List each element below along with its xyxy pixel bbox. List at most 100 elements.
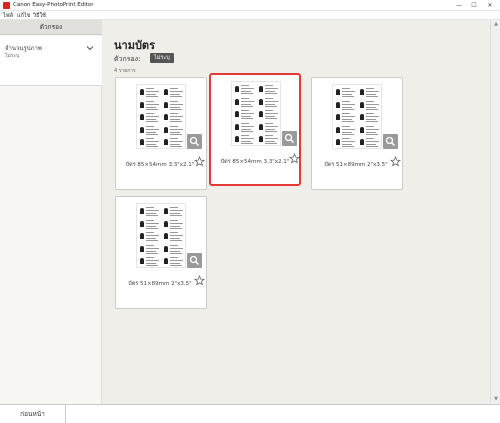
portrait-thumbnail — [140, 258, 144, 264]
filter-chip[interactable]: ไม่ระบุ — [150, 53, 174, 63]
text-line — [342, 141, 355, 142]
text-line — [342, 106, 352, 108]
star-outline-icon[interactable] — [389, 155, 402, 167]
portrait-thumbnail — [336, 139, 340, 145]
text-line — [170, 96, 182, 97]
menu-edit[interactable]: แก้ไข — [17, 12, 30, 20]
text-line — [170, 263, 180, 264]
text-line — [146, 240, 158, 241]
portrait-thumbnail — [164, 208, 168, 214]
window-title: Canon Easy-PhotoPrint Editor — [13, 2, 94, 8]
text-line — [366, 119, 376, 120]
business-card-preview — [139, 231, 161, 243]
template-card[interactable]: บัตร 85×54mm 3.3"x2.1" — [115, 77, 207, 190]
template-label: บัตร 51×89mm 2"x3.5" — [128, 281, 192, 287]
text-line — [146, 247, 159, 249]
text-line — [241, 110, 249, 111]
text-line — [241, 105, 253, 107]
business-card-preview — [139, 206, 161, 218]
text-line — [241, 93, 253, 94]
text-line — [170, 106, 180, 108]
text-line — [342, 138, 350, 139]
text-line — [170, 247, 183, 249]
text-line — [265, 135, 273, 136]
portrait-thumbnail — [336, 114, 340, 120]
text-line — [146, 100, 154, 102]
maximize-button[interactable]: ☐ — [467, 0, 481, 11]
business-card-preview — [163, 256, 185, 268]
text-line — [366, 138, 374, 139]
text-line — [170, 207, 178, 208]
text-line — [170, 100, 178, 102]
text-line — [342, 94, 352, 95]
star-outline-icon[interactable] — [288, 152, 301, 164]
portrait-thumbnail — [360, 114, 364, 120]
portrait-thumbnail — [164, 89, 168, 95]
text-line — [265, 110, 273, 111]
close-button[interactable]: ✕ — [483, 0, 497, 11]
text-line — [170, 103, 183, 105]
text-line — [342, 131, 352, 133]
text-line — [366, 121, 378, 122]
template-card[interactable]: บัตร 85×54mm 3.3"x2.1" — [209, 73, 301, 186]
magnifier-icon[interactable] — [187, 253, 202, 268]
text-line — [170, 235, 183, 236]
text-line — [146, 213, 156, 214]
scroll-down-icon[interactable]: ▼ — [493, 396, 499, 402]
text-line — [265, 138, 278, 139]
business-card-preview — [359, 87, 381, 99]
text-line — [146, 106, 156, 108]
text-line — [146, 125, 154, 127]
template-label: บัตร 85×54mm 3.3"x2.1" — [220, 159, 290, 165]
text-line — [265, 113, 278, 114]
text-line — [146, 121, 158, 122]
text-line — [342, 108, 354, 110]
text-line — [342, 121, 354, 122]
template-card[interactable]: บัตร 51×89mm 2"x3.5" — [115, 196, 207, 309]
text-line — [146, 133, 158, 135]
star-outline-icon[interactable] — [193, 155, 206, 167]
business-card-preview — [163, 100, 185, 112]
menu-help[interactable]: วิธีใช้ — [33, 12, 46, 20]
vertical-scrollbar[interactable]: ▲ ▼ — [490, 20, 500, 404]
business-card-preview — [335, 87, 357, 99]
portrait-thumbnail — [140, 233, 144, 239]
magnifier-icon[interactable] — [187, 134, 202, 149]
template-thumbnail — [231, 81, 281, 146]
business-card-preview — [139, 100, 161, 112]
business-card-preview — [234, 134, 256, 146]
chevron-down-icon[interactable] — [86, 44, 94, 52]
text-line — [265, 85, 273, 86]
text-line — [342, 125, 350, 127]
portrait-thumbnail — [140, 139, 144, 145]
text-line — [170, 116, 183, 117]
text-line — [146, 119, 156, 120]
template-thumbnail — [136, 84, 186, 149]
portrait-thumbnail — [259, 136, 263, 142]
text-line — [170, 125, 178, 127]
text-line — [146, 215, 158, 216]
menu-file[interactable]: ไฟล์ — [3, 12, 13, 20]
text-line — [170, 133, 182, 135]
text-line — [146, 108, 158, 110]
text-line — [265, 122, 273, 124]
portrait-thumbnail — [259, 98, 263, 105]
text-line — [146, 250, 156, 252]
scroll-up-icon[interactable]: ▲ — [493, 21, 499, 27]
star-outline-icon[interactable] — [193, 274, 206, 286]
text-line — [170, 250, 180, 252]
filter-row-label: ตัวกรอง: — [114, 55, 141, 63]
magnifier-icon[interactable] — [282, 131, 297, 146]
back-button[interactable]: ก่อนหน้า — [0, 405, 66, 423]
text-line — [265, 103, 275, 105]
minimize-button[interactable]: — — [452, 0, 466, 11]
business-card-preview — [258, 122, 280, 134]
portrait-thumbnail — [259, 111, 263, 117]
text-line — [241, 113, 254, 114]
business-card-preview — [335, 125, 357, 137]
image-count-filter[interactable]: จำนวนรูปภาพ ไม่ระบุ — [0, 36, 102, 86]
template-card[interactable]: บัตร 51×89mm 2"x3.5" — [311, 77, 403, 190]
text-line — [146, 222, 159, 224]
magnifier-icon[interactable] — [383, 134, 398, 149]
business-card-preview — [258, 97, 280, 109]
